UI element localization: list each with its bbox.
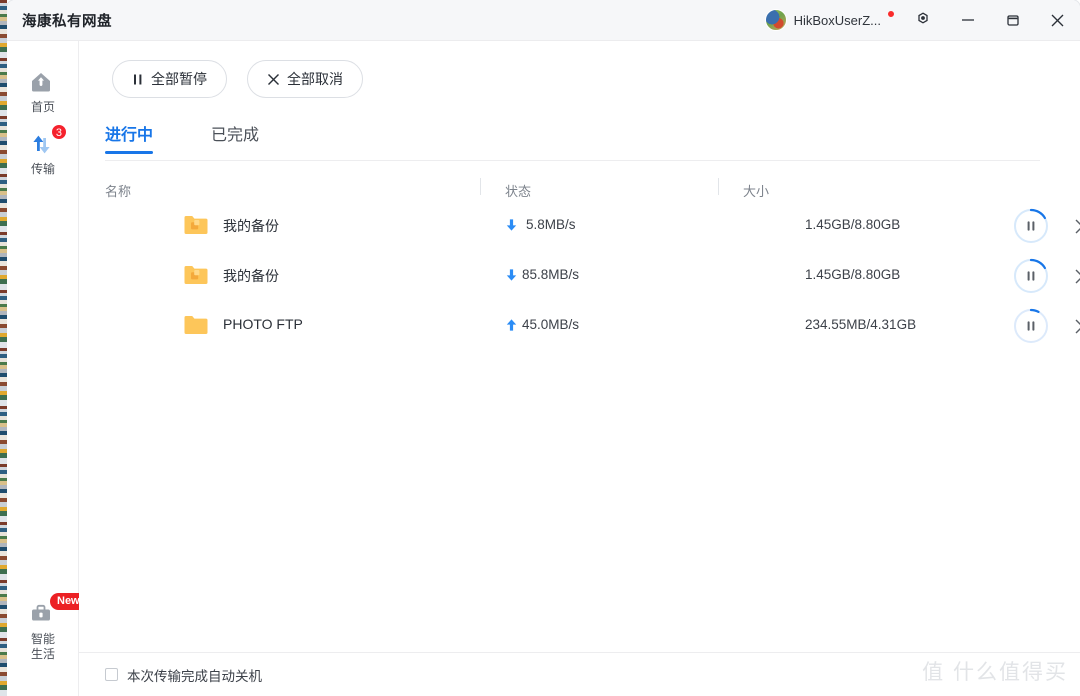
main-content: 全部暂停 全部取消 进行中 已完成 名称 状态 大小 我的备份 5.8MB/s … [79,41,1080,696]
sidebar-item-home-label: 首页 [30,100,55,114]
table-row[interactable]: 我的备份 85.8MB/s 1.45GB/8.80GB [105,251,1080,301]
watermark: 值 什么值得买 [922,661,1068,684]
row-speed: 45.0MB/s [522,317,580,332]
cancel-all-label: 全部取消 [287,71,343,87]
avatar [764,9,787,31]
sidebar-item-transfer[interactable]: 3 传输 [7,124,79,177]
pause-row-button[interactable] [1013,258,1049,294]
home-icon-wrapper [28,69,58,97]
row-size: 1.45GB/8.80GB [805,217,901,232]
sidebar: 首页 3 传输 New 智能 生活 [7,41,87,696]
row-size: 234.55MB/4.31GB [805,317,917,332]
transfer-badge: 3 [50,124,67,140]
column-header-name: 名称 [105,184,132,199]
row-status: 5.8MB/s [505,217,576,232]
row-speed: 85.8MB/s [522,267,580,282]
tabs-divider [105,160,1040,161]
pause-all-button[interactable]: 全部暂停 [112,60,227,98]
column-separator-2 [718,178,719,195]
progress-pause-icon [1014,258,1048,293]
sidebar-item-smart-life-label-1: 智能 [30,632,55,646]
application-window: 海康私有网盘 HikBoxUserZ... 首页 3 传输 New 智能 生活 … [7,0,1080,696]
row-name: 我的备份 [223,218,279,234]
close-icon [268,73,279,85]
gear-icon [917,12,928,24]
table-row[interactable]: PHOTO FTP 45.0MB/s 234.55MB/4.31GB [105,301,1080,351]
close-icon [1075,219,1080,233]
tab-in-progress[interactable]: 进行中 [105,121,154,154]
backup-folder-icon [184,216,208,234]
auto-shutdown-label: 本次传输完成自动关机 [127,668,262,684]
row-name: 我的备份 [223,268,279,284]
arrow-up-icon [506,318,517,331]
minimize-button[interactable] [945,0,990,41]
transfer-icon-wrapper: 3 [28,124,67,159]
maximize-icon [1006,15,1019,26]
close-icon [1075,269,1080,283]
cancel-row-button[interactable] [1068,212,1080,240]
row-size: 1.45GB/8.80GB [805,267,901,282]
sidebar-item-home[interactable]: 首页 [7,69,79,115]
column-header-size: 大小 [743,184,770,199]
user-account-chip[interactable]: HikBoxUserZ... [764,9,894,31]
minimize-icon [961,19,974,21]
column-header-status: 状态 [505,184,532,199]
progress-pause-icon [1014,308,1048,343]
auto-shutdown-checkbox-group[interactable]: 本次传输完成自动关机 [105,665,262,685]
desktop-background-strip [0,0,7,696]
sidebar-item-transfer-label: 传输 [30,162,55,176]
title-bar: 海康私有网盘 HikBoxUserZ... [7,0,1080,41]
pause-row-button[interactable] [1013,208,1049,244]
folder-icon [184,316,208,334]
auto-shutdown-checkbox[interactable] [105,668,118,681]
toolbox-icon-wrapper: New [28,593,87,629]
arrow-down-icon [506,218,517,231]
progress-pause-icon [1014,208,1048,243]
pause-all-label: 全部暂停 [151,71,207,87]
notification-dot [888,10,894,17]
home-icon [32,73,50,92]
sidebar-item-smart-life-label-2: 生活 [30,647,55,661]
backup-folder-icon [184,266,208,284]
column-separator-1 [480,178,481,195]
maximize-button[interactable] [990,0,1035,41]
cancel-row-button[interactable] [1068,262,1080,290]
close-icon [1075,319,1080,333]
pause-icon [134,74,142,84]
arrow-down-icon [506,268,517,281]
app-title: 海康私有网盘 [22,13,112,30]
settings-button[interactable] [900,0,945,41]
sidebar-item-smart-life[interactable]: New 智能 生活 [7,593,87,662]
row-status: 85.8MB/s [505,267,579,282]
cancel-all-button[interactable]: 全部取消 [247,60,363,98]
transfer-tabs: 进行中 已完成 [105,121,259,154]
table-row[interactable]: 我的备份 5.8MB/s 1.45GB/8.80GB [105,201,1080,251]
tab-completed[interactable]: 已完成 [211,121,259,154]
close-icon [1051,14,1064,26]
title-bar-controls: HikBoxUserZ... [764,0,1080,41]
user-name-label: HikBoxUserZ... [793,12,881,28]
table-header-row: 名称 状态 大小 [105,173,1040,203]
pause-row-button[interactable] [1013,308,1049,344]
row-status: 45.0MB/s [505,317,579,332]
close-button[interactable] [1035,0,1080,41]
cancel-row-button[interactable] [1068,312,1080,340]
row-speed: 5.8MB/s [526,217,576,232]
transfer-action-bar: 全部暂停 全部取消 [112,60,363,98]
row-name: PHOTO FTP [223,316,303,332]
